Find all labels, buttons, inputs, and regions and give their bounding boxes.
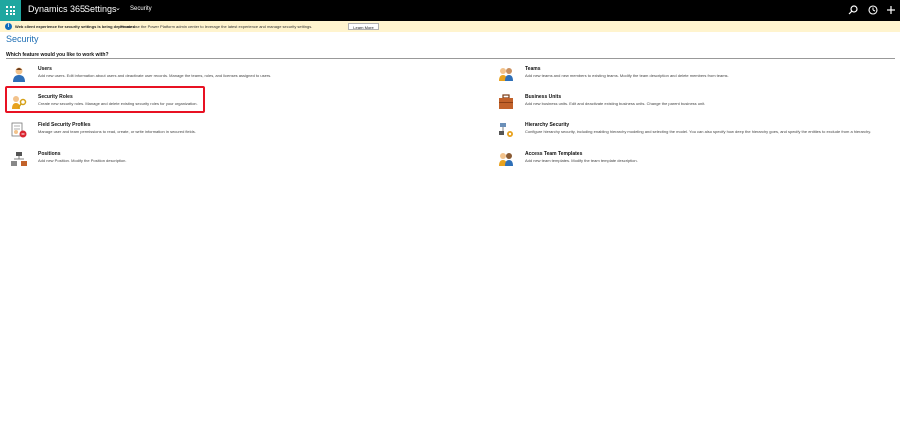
app-launcher-button[interactable] — [0, 0, 21, 21]
waffle-icon — [6, 6, 15, 15]
notice-title: Web client experience for security setti… — [15, 24, 135, 29]
item-description: Add new team templates. Modify the team … — [525, 158, 638, 163]
item-title[interactable]: Access Team Templates — [525, 151, 582, 157]
item-description: Manage user and team permissions to read… — [38, 129, 196, 134]
item-description: Add new teams and new members to existin… — [525, 73, 729, 78]
deprecation-notice: i Web client experience for security set… — [0, 21, 900, 32]
divider — [6, 58, 895, 59]
notice-text: Please use the Power Platform admin cent… — [120, 24, 313, 29]
item-title[interactable]: Positions — [38, 151, 61, 157]
business-units-icon — [499, 94, 513, 109]
item-description: Add new users. Edit information about us… — [38, 73, 272, 78]
breadcrumb[interactable]: Security — [130, 6, 152, 12]
learn-more-button[interactable]: Learn More — [348, 23, 379, 30]
selection-highlight — [5, 86, 205, 113]
top-bar: Dynamics 365 Settings ⌄ Security — [0, 0, 900, 21]
area-selector[interactable]: Settings — [84, 4, 117, 14]
item-title[interactable]: Hierarchy Security — [525, 122, 569, 128]
chevron-down-icon[interactable]: ⌄ — [115, 4, 121, 12]
info-icon: i — [5, 23, 12, 30]
item-description: Add new business units. Edit and deactiv… — [525, 101, 706, 106]
item-description: Configure hierarchy security, including … — [525, 129, 872, 134]
item-title[interactable]: Users — [38, 66, 52, 72]
add-icon[interactable] — [884, 3, 898, 17]
item-title[interactable]: Business Units — [525, 94, 561, 100]
page-title: Security — [6, 34, 39, 44]
item-title[interactable]: Teams — [525, 66, 540, 72]
search-icon[interactable] — [846, 3, 860, 17]
teams-icon — [499, 68, 513, 81]
users-icon — [13, 67, 25, 82]
field-security-icon — [11, 122, 27, 138]
item-description: Add new Position. Modify the Position de… — [38, 158, 127, 163]
item-title[interactable]: Field Security Profiles — [38, 122, 91, 128]
hierarchy-icon — [499, 123, 513, 137]
positions-icon — [11, 152, 27, 166]
app-title[interactable]: Dynamics 365 — [28, 4, 85, 14]
access-team-icon — [499, 153, 513, 166]
history-icon[interactable] — [866, 3, 880, 17]
